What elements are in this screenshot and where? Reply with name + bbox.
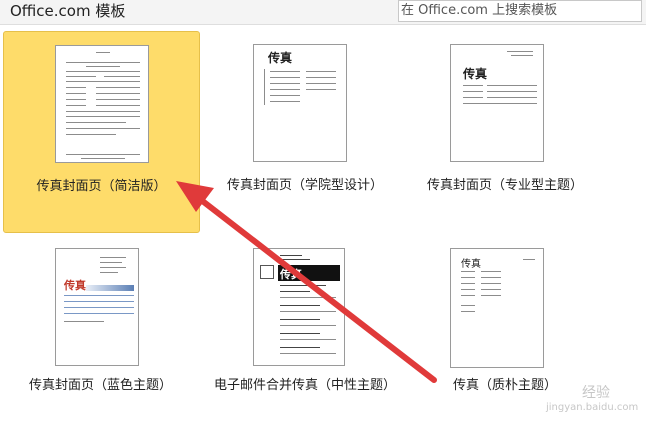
template-tile-fax-blue[interactable]: 传真 传真封面页（蓝色主题） <box>3 240 200 400</box>
section-title: Office.com 模板 <box>10 2 126 20</box>
thumbnail-title: 传真 <box>268 51 293 65</box>
template-thumbnail: 传真 <box>253 44 347 162</box>
template-label: 传真封面页（简洁版） <box>36 179 167 194</box>
template-label: 电子邮件合并传真（中性主题） <box>213 378 396 393</box>
template-thumbnail: 传真 <box>450 248 544 368</box>
template-label: 传真封面页（专业型主题） <box>426 178 583 193</box>
thumbnail-title: 传真 <box>461 259 481 270</box>
template-thumbnail <box>55 45 149 163</box>
search-placeholder: 在 Office.com 上搜索模板 <box>401 3 558 18</box>
template-tile-email-merge-fax[interactable]: 传真 电子邮件合并传真（中性主题） <box>205 240 405 400</box>
template-tile-fax-professional[interactable]: 传真 传真封面页（专业型主题） <box>410 31 600 233</box>
thumbnail-title: 传真 <box>463 67 488 81</box>
template-tile-fax-rustic[interactable]: 传真 传真（质朴主题） <box>410 240 600 400</box>
template-thumbnail: 传真 <box>450 44 544 162</box>
template-thumbnail: 传真 <box>55 248 139 366</box>
template-tile-fax-simple[interactable]: 传真封面页（简洁版） <box>3 31 200 233</box>
thumbnail-title: 传真 <box>64 279 86 292</box>
template-label: 传真封面页（蓝色主题） <box>28 378 172 393</box>
template-thumbnail: 传真 <box>253 248 345 366</box>
template-tile-fax-academic[interactable]: 传真 传真封面页（学院型设计） <box>205 31 405 233</box>
templates-header: Office.com 模板 在 Office.com 上搜索模板 <box>0 0 646 25</box>
template-search-input[interactable]: 在 Office.com 上搜索模板 <box>398 0 642 22</box>
template-label: 传真封面页（学院型设计） <box>226 178 383 193</box>
watermark: 经验 jingyan.baidu.com <box>546 380 638 420</box>
watermark-url: jingyan.baidu.com <box>546 402 639 413</box>
thumbnail-title: 传真 <box>280 268 302 281</box>
watermark-brand: 经验 <box>582 385 610 401</box>
